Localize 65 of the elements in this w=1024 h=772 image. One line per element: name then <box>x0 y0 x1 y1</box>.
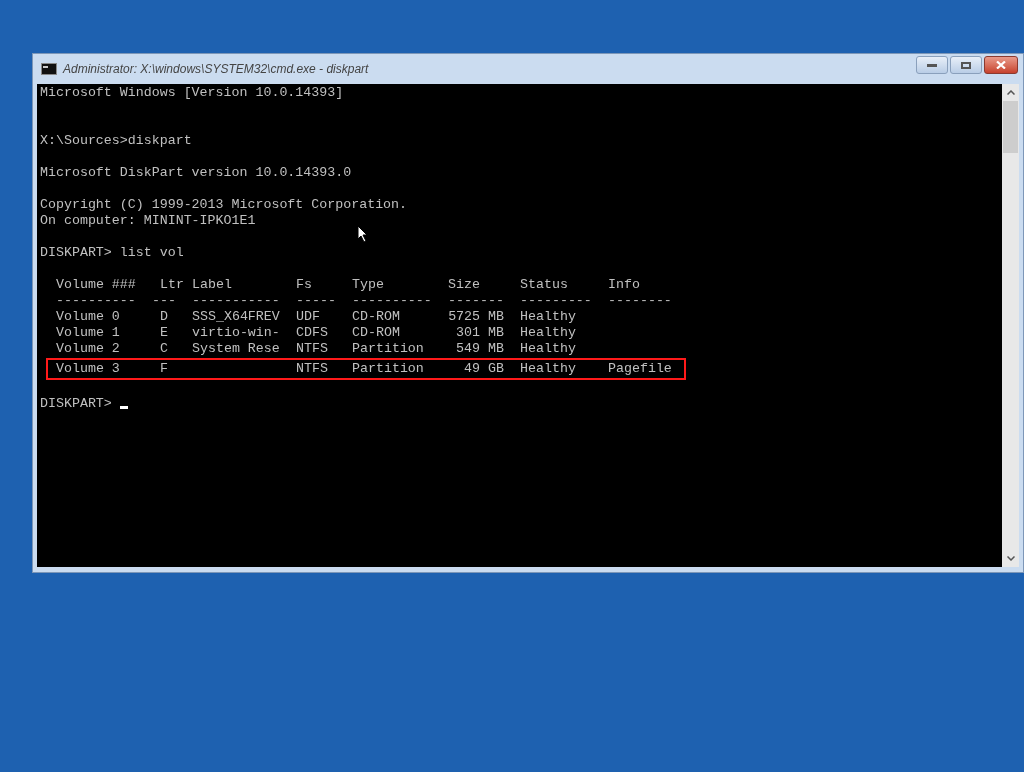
maximize-icon <box>961 61 971 69</box>
console-prompt: DISKPART> <box>40 396 112 412</box>
scroll-up-icon <box>1006 90 1015 95</box>
table-cell: Label <box>192 277 232 293</box>
table-cell: Healthy <box>520 361 576 377</box>
table-cell: Healthy <box>520 309 576 325</box>
mouse-pointer-icon <box>357 225 369 243</box>
scrollbar[interactable] <box>1002 84 1019 567</box>
table-cell: SSS_X64FREV <box>192 309 280 325</box>
table-cell: CDFS <box>296 325 328 341</box>
table-cell: ---------- <box>352 293 432 309</box>
table-cell: Volume 3 <box>56 361 120 377</box>
console-line: Microsoft DiskPart version 10.0.14393.0 <box>40 165 352 180</box>
table-cell: Fs <box>296 277 312 293</box>
console-line: Microsoft Windows [Version 10.0.14393] <box>40 85 344 100</box>
console-line: On computer: MININT-IPKO1E1 <box>40 213 256 228</box>
table-cell: F <box>160 361 168 377</box>
table-cell: ----- <box>296 293 336 309</box>
table-cell: Ltr <box>160 277 184 293</box>
table-cell: D <box>160 309 168 325</box>
table-cell: System Rese <box>192 341 280 357</box>
console-line: DISKPART> list vol <box>40 245 184 260</box>
table-cell: UDF <box>296 309 320 325</box>
table-cell: Healthy <box>520 325 576 341</box>
console-line: Copyright (C) 1999-2013 Microsoft Corporation. <box>40 197 408 212</box>
table-cell: --- <box>152 293 176 309</box>
table-cell: 5725 MB <box>448 309 504 325</box>
table-cell: CD-ROM <box>352 309 400 325</box>
close-button[interactable] <box>984 56 1018 74</box>
table-cell: ----------- <box>192 293 280 309</box>
table-cell: C <box>160 341 168 357</box>
table-cell: Size <box>448 277 480 293</box>
text-cursor <box>119 405 128 409</box>
console-line: X:\Sources>diskpart <box>40 133 192 148</box>
table-cell: -------- <box>608 293 672 309</box>
table-cell: ---------- <box>56 293 136 309</box>
minimize-icon <box>927 63 937 67</box>
table-cell: Pagefile <box>608 361 672 377</box>
table-cell: Volume 1 <box>56 325 120 341</box>
table-cell: Healthy <box>520 341 576 357</box>
table-cell: Volume 2 <box>56 341 120 357</box>
console-icon <box>41 63 57 75</box>
table-cell: ------- <box>448 293 504 309</box>
table-cell: Partition <box>352 341 424 357</box>
table-cell: Status <box>520 277 568 293</box>
window-title: Administrator: X:\windows\SYSTEM32\cmd.exe - diskpart <box>63 61 369 78</box>
table-cell: Partition <box>352 361 424 377</box>
table-cell: Volume ### <box>56 277 136 293</box>
table-cell: virtio-win- <box>192 325 280 341</box>
maximize-button[interactable] <box>950 56 982 74</box>
table-cell: Volume 0 <box>56 309 120 325</box>
table-cell: 549 MB <box>456 341 504 357</box>
table-cell: Type <box>352 277 384 293</box>
scroll-thumb[interactable] <box>1003 101 1018 153</box>
table-cell: 49 GB <box>464 361 504 377</box>
table-cell: --------- <box>520 293 592 309</box>
table-cell: 301 MB <box>456 325 504 341</box>
scroll-down-icon <box>1006 556 1015 561</box>
table-cell: CD-ROM <box>352 325 400 341</box>
table-cell: Info <box>608 277 640 293</box>
minimize-button[interactable] <box>916 56 948 74</box>
table-cell: NTFS <box>296 361 328 377</box>
table-cell: E <box>160 325 168 341</box>
close-icon <box>996 61 1006 69</box>
table-cell: NTFS <box>296 341 328 357</box>
